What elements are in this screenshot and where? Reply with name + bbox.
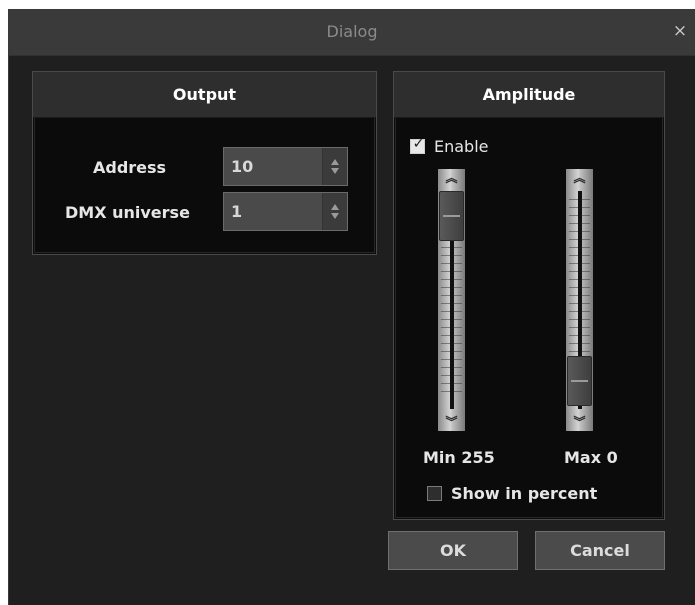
chevron-down-icon[interactable]: ︾ <box>438 414 465 430</box>
dmx-universe-spin-buttons[interactable] <box>322 193 347 230</box>
handle-line <box>443 215 460 217</box>
ok-button[interactable]: OK <box>388 531 518 570</box>
checkmark-icon: ✓ <box>412 136 425 152</box>
max-slider[interactable]: ︽ ︾ <box>566 169 593 431</box>
chevron-up-icon[interactable]: ︽ <box>566 170 593 186</box>
slider-handle[interactable] <box>439 191 464 241</box>
amplitude-group-title: Amplitude <box>394 72 664 118</box>
output-group-title: Output <box>33 72 376 118</box>
chevron-down-icon[interactable]: ︾ <box>566 414 593 430</box>
output-group: Output Address 10 DMX universe 1 <box>32 71 377 255</box>
slider-handle[interactable] <box>567 356 592 406</box>
spin-down-icon[interactable] <box>331 213 339 219</box>
min-value-label: Min 255 <box>423 448 495 467</box>
dmx-universe-label: DMX universe <box>65 203 190 222</box>
chevron-up-icon[interactable]: ︽ <box>438 170 465 186</box>
handle-line <box>571 380 588 382</box>
show-percent-checkbox[interactable] <box>427 486 442 501</box>
address-spinbox[interactable]: 10 <box>223 147 348 186</box>
spin-up-icon[interactable] <box>331 159 339 165</box>
enable-label[interactable]: Enable <box>434 137 489 156</box>
title-bar[interactable]: Dialog × <box>9 9 695 56</box>
enable-checkbox[interactable]: ✓ <box>410 136 425 154</box>
close-icon[interactable]: × <box>669 20 691 42</box>
amplitude-group: Amplitude ✓ Enable ︽ ︾ Min 255 ︽ ︾ Max 0… <box>393 71 665 520</box>
address-value: 10 <box>231 157 254 176</box>
dialog-window: Dialog × Output Address 10 DMX universe … <box>8 9 695 605</box>
dmx-universe-value: 1 <box>231 202 243 221</box>
address-label: Address <box>93 158 167 177</box>
spin-up-icon[interactable] <box>331 204 339 210</box>
window-title: Dialog <box>326 22 378 41</box>
show-percent-label[interactable]: Show in percent <box>451 484 597 503</box>
min-slider[interactable]: ︽ ︾ <box>438 169 465 431</box>
dmx-universe-spinbox[interactable]: 1 <box>223 192 348 231</box>
max-value-label: Max 0 <box>564 448 618 467</box>
spin-down-icon[interactable] <box>331 168 339 174</box>
address-spin-buttons[interactable] <box>322 148 347 185</box>
cancel-button[interactable]: Cancel <box>535 531 665 570</box>
